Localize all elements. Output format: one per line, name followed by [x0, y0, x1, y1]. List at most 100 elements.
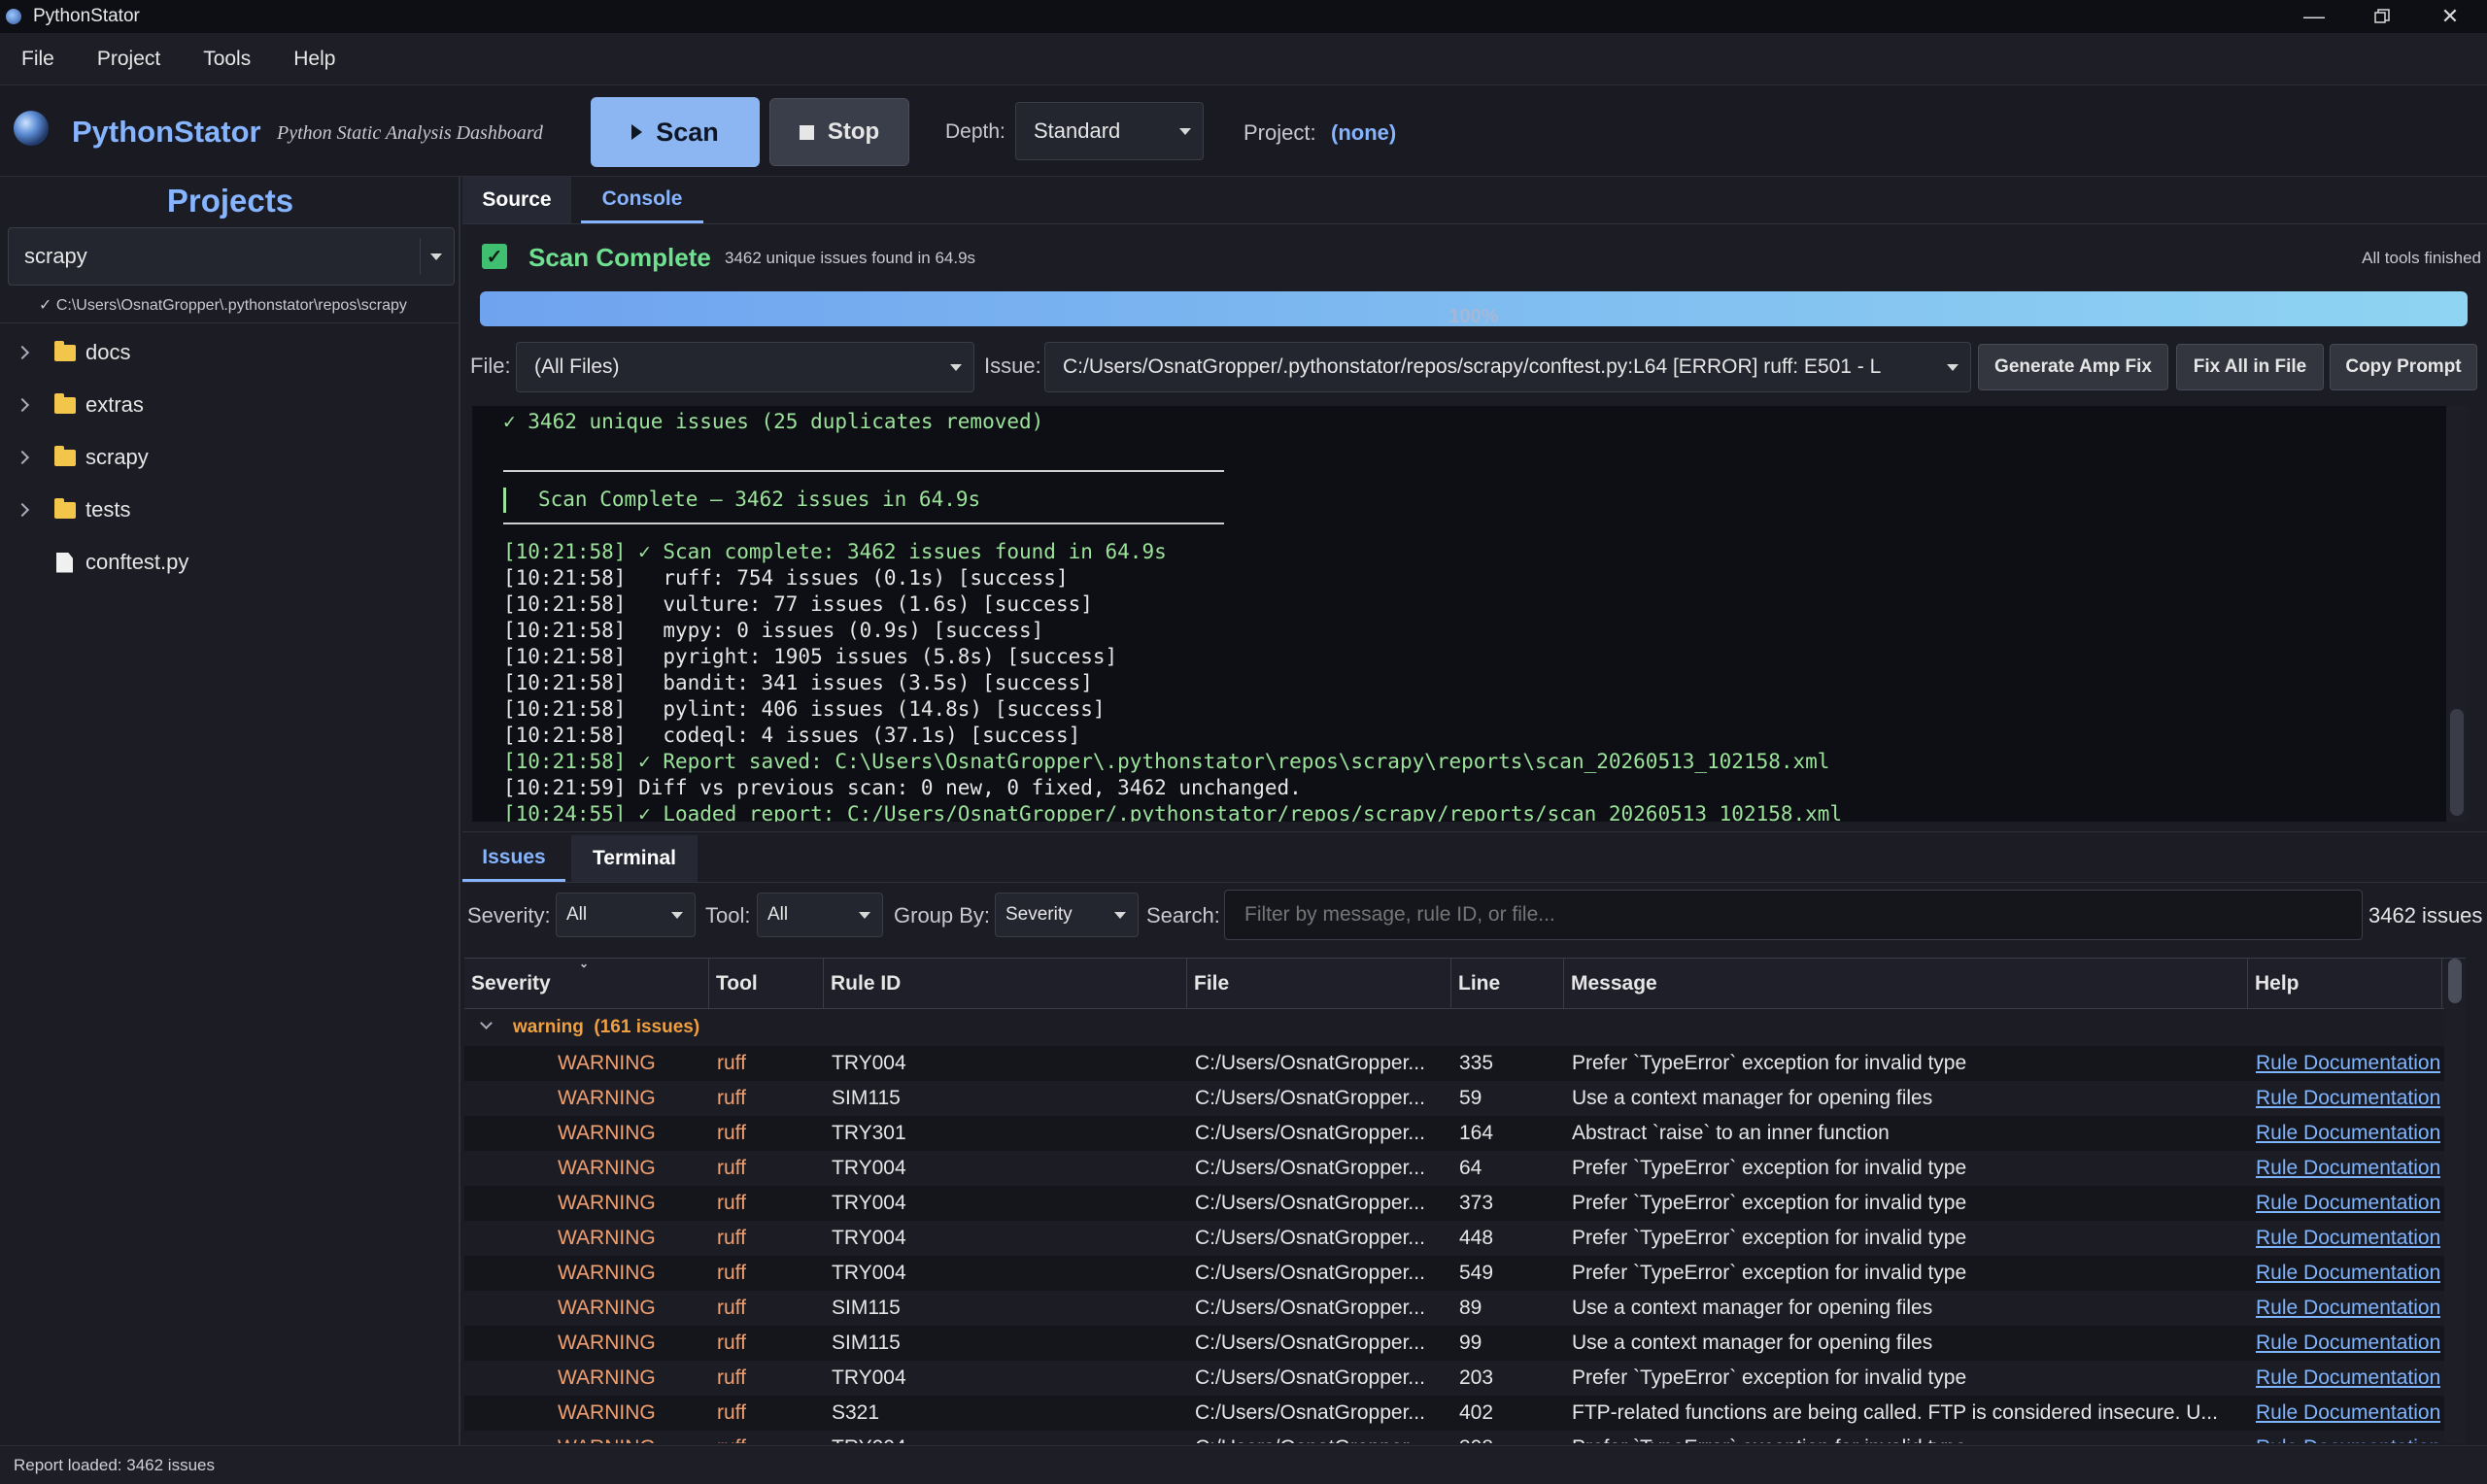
tab-console[interactable]: Console	[581, 177, 703, 223]
tree-item-label: tests	[85, 497, 131, 522]
table-scroll-thumb[interactable]	[2448, 959, 2462, 1003]
rule-documentation-link[interactable]: Rule Documentation	[2256, 1256, 2440, 1291]
scan-button[interactable]: Scan	[591, 97, 760, 167]
severity-cell: WARNING	[558, 1227, 656, 1249]
rule-id-cell: TRY004	[832, 1366, 906, 1389]
brand-subtitle: Python Static Analysis Dashboard	[277, 122, 543, 144]
rule-documentation-link[interactable]: Rule Documentation	[2256, 1361, 2440, 1396]
project-value: (none)	[1331, 120, 1397, 145]
menu-tools[interactable]: Tools	[203, 48, 251, 71]
severity-filter-label: Severity:	[467, 903, 551, 928]
table-row[interactable]: WARNING ruff TRY004 C:/Users/OsnatGropper..…	[464, 1361, 2466, 1396]
fix-all-in-file-button[interactable]: Fix All in File	[2176, 344, 2324, 390]
message-cell: Use a context manager for opening files	[1572, 1332, 1933, 1354]
rule-documentation-link[interactable]: Rule Documentation	[2256, 1396, 2440, 1431]
issue-select[interactable]: C:/Users/OsnatGropper/.pythonstator/repo…	[1044, 342, 1971, 392]
console-line: [10:21:58] bandit: 341 issues (3.5s) [su…	[503, 671, 1093, 694]
menu-file[interactable]: File	[21, 48, 54, 71]
table-row[interactable]: WARNING ruff TRY004 C:/Users/OsnatGropper..…	[464, 1151, 2466, 1186]
menu-help[interactable]: Help	[293, 48, 335, 71]
message-cell: Abstract `raise` to an inner function	[1572, 1122, 1890, 1144]
message-cell: Use a context manager for opening files	[1572, 1087, 1933, 1109]
rule-documentation-link[interactable]: Rule Documentation	[2256, 1046, 2440, 1081]
table-header: Severity ⌄ Tool Rule ID File Line Messag…	[464, 959, 2466, 1009]
column-header-line[interactable]: Line	[1451, 959, 1564, 1009]
tree-item-docs[interactable]: docs	[0, 326, 459, 379]
rule-documentation-link[interactable]: Rule Documentation	[2256, 1081, 2440, 1116]
severity-cell: WARNING	[558, 1431, 703, 1443]
depth-select[interactable]: Standard	[1015, 102, 1204, 160]
tab-source[interactable]: Source	[462, 177, 571, 223]
console-scroll-thumb[interactable]	[2450, 709, 2464, 816]
restore-icon[interactable]	[2349, 0, 2415, 33]
column-header-tool[interactable]: Tool	[709, 959, 824, 1009]
title-bar: PythonStator — ✕	[0, 0, 2487, 33]
table-scrollbar[interactable]	[2444, 959, 2466, 1443]
console-scrollbar[interactable]	[2446, 406, 2468, 822]
rule-documentation-link[interactable]: Rule Documentation	[2256, 1431, 2440, 1443]
rule-id-cell: SIM115	[832, 1332, 901, 1354]
tab-terminal[interactable]: Terminal	[571, 835, 698, 882]
table-row[interactable]: WARNING ruff TRY004 C:/Users/OsnatGropper..…	[464, 1046, 2466, 1081]
rule-id-cell: S321	[832, 1401, 880, 1424]
group-by-select[interactable]: Severity	[995, 893, 1139, 937]
line-cell: 59	[1459, 1087, 1482, 1109]
group-header-warning[interactable]: warning (161 issues)	[464, 1011, 2442, 1044]
rule-documentation-link[interactable]: Rule Documentation	[2256, 1116, 2440, 1151]
project-select[interactable]: scrapy	[8, 227, 455, 286]
rule-documentation-link[interactable]: Rule Documentation	[2256, 1151, 2440, 1186]
tool-filter-select[interactable]: All	[757, 893, 883, 937]
generate-amp-fix-button[interactable]: Generate Amp Fix	[1978, 344, 2168, 390]
tool-cell: ruff	[717, 1087, 746, 1109]
file-select[interactable]: (All Files)	[516, 342, 974, 392]
table-row[interactable]: WARNING ruff TRY301 C:/Users/OsnatGropper..…	[464, 1116, 2466, 1151]
banner-rule-bottom	[503, 523, 1224, 524]
console-line: [10:21:58] ruff: 754 issues (0.1s) [succ…	[503, 566, 1069, 590]
stop-button[interactable]: Stop	[769, 98, 909, 166]
banner-rule-top	[503, 470, 1224, 472]
table-row[interactable]: WARNING ruff SIM115 C:/Users/OsnatGropper..…	[464, 1081, 2466, 1116]
table-row[interactable]: WARNING ruff TRY004 C:/Users/OsnatGropper..…	[464, 1431, 2466, 1443]
tool-cell: ruff	[717, 1332, 746, 1354]
console-line: [10:21:58] ✓ Scan complete: 3462 issues …	[503, 540, 1167, 563]
rule-documentation-link[interactable]: Rule Documentation	[2256, 1291, 2440, 1326]
column-header-message[interactable]: Message	[1564, 959, 2248, 1009]
issue-label: Issue:	[984, 354, 1041, 378]
search-input[interactable]	[1224, 890, 2363, 940]
tab-issues[interactable]: Issues	[462, 835, 565, 882]
line-cell: 99	[1459, 1332, 1482, 1354]
table-row[interactable]: WARNING ruff TRY004 C:/Users/OsnatGropper..…	[464, 1221, 2466, 1256]
column-header-file[interactable]: File	[1187, 959, 1451, 1009]
table-row[interactable]: WARNING ruff SIM115 C:/Users/OsnatGropper..…	[464, 1291, 2466, 1326]
tree-item-conftest[interactable]: conftest.py	[0, 536, 459, 589]
line-cell: 308	[1459, 1431, 1556, 1443]
rule-documentation-link[interactable]: Rule Documentation	[2256, 1326, 2440, 1361]
table-row[interactable]: WARNING ruff TRY004 C:/Users/OsnatGropper..…	[464, 1256, 2466, 1291]
menu-bar: File Project Tools Help	[0, 33, 2487, 85]
rule-documentation-link[interactable]: Rule Documentation	[2256, 1186, 2440, 1221]
file-cell: C:/Users/OsnatGropper...	[1195, 1366, 1425, 1389]
depth-label: Depth:	[945, 120, 1005, 143]
rule-id-cell: TRY004	[832, 1262, 906, 1284]
menu-project[interactable]: Project	[97, 48, 160, 71]
table-row[interactable]: WARNING ruff SIM115 C:/Users/OsnatGropper..…	[464, 1326, 2466, 1361]
tool-cell: ruff	[717, 1401, 746, 1424]
minimize-icon[interactable]: —	[2281, 0, 2347, 33]
tool-cell: ruff	[717, 1262, 746, 1284]
rule-documentation-link[interactable]: Rule Documentation	[2256, 1221, 2440, 1256]
column-header-rule-id[interactable]: Rule ID	[824, 959, 1187, 1009]
copy-prompt-button[interactable]: Copy Prompt	[2330, 344, 2477, 390]
tree-item-tests[interactable]: tests	[0, 484, 459, 536]
line-cell: 164	[1459, 1122, 1494, 1144]
tree-item-scrapy[interactable]: scrapy	[0, 431, 459, 484]
message-cell: Prefer `TypeError` exception for invalid…	[1572, 1227, 1967, 1249]
severity-filter-select[interactable]: All	[556, 893, 696, 937]
table-row[interactable]: WARNING ruff TRY004 C:/Users/OsnatGropper..…	[464, 1186, 2466, 1221]
column-header-severity[interactable]: Severity ⌄	[464, 959, 709, 1009]
app-icon	[6, 9, 21, 24]
console-output[interactable]: ✓ 3462 unique issues (25 duplicates remo…	[472, 406, 2468, 822]
tree-item-extras[interactable]: extras	[0, 379, 459, 431]
close-icon[interactable]: ✕	[2417, 0, 2483, 33]
table-row[interactable]: WARNING ruff S321 C:/Users/OsnatGropper... 4…	[464, 1396, 2466, 1431]
column-header-help[interactable]: Help	[2248, 959, 2442, 1009]
